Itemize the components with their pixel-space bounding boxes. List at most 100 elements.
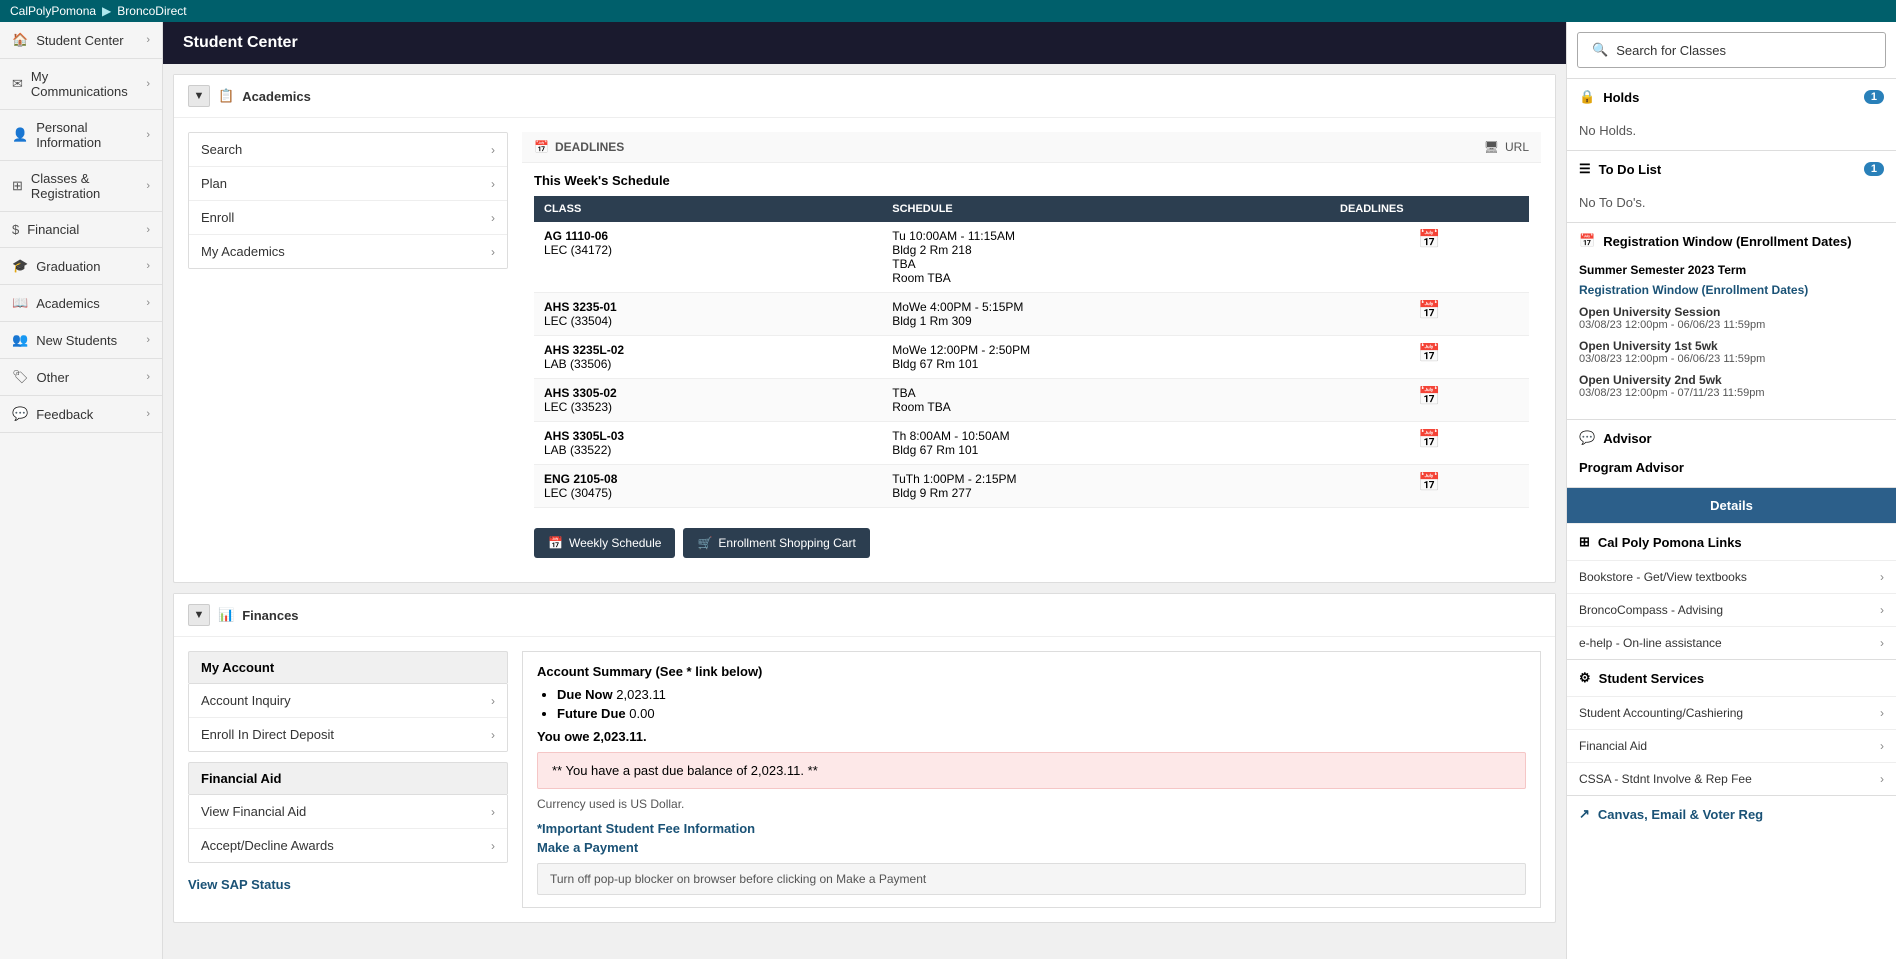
chevron-icon: › <box>146 224 150 236</box>
menu-item-search[interactable]: Search › <box>189 133 507 167</box>
sidebar-item-other[interactable]: 🏷 Other › <box>0 359 162 396</box>
academics-collapse-btn[interactable]: ▼ <box>188 85 210 107</box>
breadcrumb-calpolypomona[interactable]: CalPolyPomona <box>10 4 96 18</box>
deadline-cell[interactable]: 📅 <box>1330 293 1529 336</box>
enrollment-cart-btn[interactable]: 🛒 Enrollment Shopping Cart <box>683 528 869 558</box>
menu-item-accept-decline[interactable]: Accept/Decline Awards › <box>189 829 507 862</box>
my-academics-label: My Academics <box>201 244 285 259</box>
services-icon: ⚙ <box>1579 670 1591 686</box>
reg-session: Open University 2nd 5wk 03/08/23 12:00pm… <box>1579 373 1884 399</box>
url-link[interactable]: 🖥 URL <box>1484 140 1529 154</box>
link-label: CSSA - Stdnt Involve & Rep Fee <box>1579 772 1752 786</box>
sidebar-label-academics: Academics <box>36 296 100 311</box>
chevron-icon: › <box>146 260 150 272</box>
sidebar-item-student-center[interactable]: 🏠 Student Center › <box>0 22 162 59</box>
sidebar-item-graduation[interactable]: 🎓 Graduation › <box>0 248 162 285</box>
monitor-icon: 🖥 <box>1484 140 1499 154</box>
menu-item-account-inquiry[interactable]: Account Inquiry › <box>189 684 507 718</box>
sidebar-item-my-communications[interactable]: ✉ My Communications › <box>0 59 162 110</box>
deadline-cell[interactable]: 📅 <box>1330 222 1529 293</box>
calendar-icon: 📅 <box>1418 472 1440 492</box>
link-label: BroncoCompass - Advising <box>1579 603 1723 617</box>
deadlines-header: DEADLINES <box>1330 196 1529 222</box>
sidebar-item-new-students[interactable]: 👥 New Students › <box>0 322 162 359</box>
todo-header[interactable]: ☰ To Do List 1 <box>1567 151 1896 187</box>
cal-poly-links-label: Cal Poly Pomona Links <box>1598 535 1742 550</box>
schedule-cell: MoWe 12:00PM - 2:50PMBldg 67 Rm 101 <box>882 336 1330 379</box>
chevron-icon: › <box>146 371 150 383</box>
deadline-cell[interactable]: 📅 <box>1330 336 1529 379</box>
finances-collapse-btn[interactable]: ▼ <box>188 604 210 626</box>
reg-session: Open University Session 03/08/23 12:00pm… <box>1579 305 1884 331</box>
link-label: Bookstore - Get/View textbooks <box>1579 570 1747 584</box>
menu-item-my-academics[interactable]: My Academics › <box>189 235 507 268</box>
todo-body: No To Do's. <box>1567 187 1896 222</box>
academics-icon: 📋 <box>218 88 234 104</box>
canvas-label: Canvas, Email & Voter Reg <box>1598 807 1763 822</box>
sidebar: 🏠 Student Center › ✉ My Communications ›… <box>0 22 163 959</box>
link-label: Financial Aid <box>1579 739 1647 753</box>
advisor-value: Program Advisor <box>1579 460 1684 475</box>
my-account-area: My Account Account Inquiry › Enroll In D… <box>188 651 508 908</box>
cal-poly-links-section: ⊞ Cal Poly Pomona Links Bookstore - Get/… <box>1567 523 1896 659</box>
link-item[interactable]: Student Accounting/Cashiering› <box>1567 696 1896 729</box>
sidebar-label-feedback: Feedback <box>36 407 93 422</box>
breadcrumb-sep: ▶ <box>102 4 111 18</box>
link-item[interactable]: CSSA - Stdnt Involve & Rep Fee› <box>1567 762 1896 795</box>
sidebar-label-personal-information: Personal Information <box>36 120 146 150</box>
table-row: AG 1110-06LEC (34172) Tu 10:00AM - 11:15… <box>534 222 1529 293</box>
academics-menu-list: Search › Plan › Enroll › <box>188 132 508 269</box>
sidebar-item-classes-registration[interactable]: ⊞ Classes & Registration › <box>0 161 162 212</box>
finances-icon: 📊 <box>218 607 234 623</box>
canvas-link[interactable]: ↗ Canvas, Email & Voter Reg <box>1567 796 1896 832</box>
chevron-icon: › <box>146 129 150 141</box>
details-header: Details <box>1567 488 1896 523</box>
future-due-item: Future Due 0.00 <box>557 706 1526 721</box>
future-due-amount: 0.00 <box>629 706 654 721</box>
link-item[interactable]: Bookstore - Get/View textbooks› <box>1567 560 1896 593</box>
account-summary-box: Account Summary (See * link below) Due N… <box>522 651 1541 908</box>
schedule-actions: 📅 Weekly Schedule 🛒 Enrollment Shopping … <box>522 518 1541 568</box>
arrow-icon: › <box>491 245 495 259</box>
arrow-icon: › <box>1880 636 1884 650</box>
reg-window-section: 📅 Registration Window (Enrollment Dates)… <box>1567 222 1896 419</box>
schedule-cell: Th 8:00AM - 10:50AMBldg 67 Rm 101 <box>882 422 1330 465</box>
reg-window-link[interactable]: Registration Window (Enrollment Dates) <box>1579 283 1808 297</box>
sidebar-item-financial[interactable]: $ Financial › <box>0 212 162 248</box>
menu-item-enroll[interactable]: Enroll › <box>189 201 507 235</box>
make-payment-link[interactable]: Make a Payment <box>537 840 638 855</box>
holds-badge: 1 <box>1864 90 1884 104</box>
chevron-icon: › <box>146 180 150 192</box>
search-classes-button[interactable]: 🔍 Search for Classes <box>1577 32 1886 68</box>
link-item[interactable]: Financial Aid› <box>1567 729 1896 762</box>
popup-note: Turn off pop-up blocker on browser befor… <box>537 863 1526 895</box>
past-due-message: ** You have a past due balance of 2,023.… <box>552 763 818 778</box>
deadline-cell[interactable]: 📅 <box>1330 379 1529 422</box>
reg-window-term: Summer Semester 2023 Term <box>1579 263 1884 277</box>
menu-item-view-financial-aid[interactable]: View Financial Aid › <box>189 795 507 829</box>
chevron-icon: › <box>146 78 150 90</box>
weekly-schedule-btn[interactable]: 📅 Weekly Schedule <box>534 528 675 558</box>
top-bar: CalPolyPomona ▶ BroncoDirect <box>0 0 1896 22</box>
sidebar-item-personal-information[interactable]: 👤 Personal Information › <box>0 110 162 161</box>
sidebar-item-feedback[interactable]: 💬 Feedback › <box>0 396 162 433</box>
deadline-cell[interactable]: 📅 <box>1330 465 1529 508</box>
right-panel: 🔍 Search for Classes 🔒 Holds 1 No Holds.… <box>1566 22 1896 959</box>
advisor-icon: 💬 <box>1579 430 1595 446</box>
link-item[interactable]: e-help - On-line assistance› <box>1567 626 1896 659</box>
week-schedule: This Week's Schedule CLASS SCHEDULE DEAD… <box>522 163 1541 518</box>
menu-item-direct-deposit[interactable]: Enroll In Direct Deposit › <box>189 718 507 751</box>
breadcrumb-broncodirect[interactable]: BroncoDirect <box>117 4 186 18</box>
holds-label: Holds <box>1603 90 1639 105</box>
table-row: ENG 2105-08LEC (30475) TuTh 1:00PM - 2:1… <box>534 465 1529 508</box>
comment-icon: 💬 <box>12 406 28 422</box>
view-sap-link[interactable]: View SAP Status <box>188 873 508 896</box>
link-item[interactable]: BroncoCompass - Advising› <box>1567 593 1896 626</box>
deadline-cell[interactable]: 📅 <box>1330 422 1529 465</box>
sidebar-item-academics[interactable]: 📖 Academics › <box>0 285 162 322</box>
holds-header[interactable]: 🔒 Holds 1 <box>1567 79 1896 115</box>
important-fee-link[interactable]: *Important Student Fee Information <box>537 821 755 836</box>
session-name: Open University 1st 5wk <box>1579 339 1884 353</box>
menu-item-plan[interactable]: Plan › <box>189 167 507 201</box>
arrow-icon: › <box>491 728 495 742</box>
